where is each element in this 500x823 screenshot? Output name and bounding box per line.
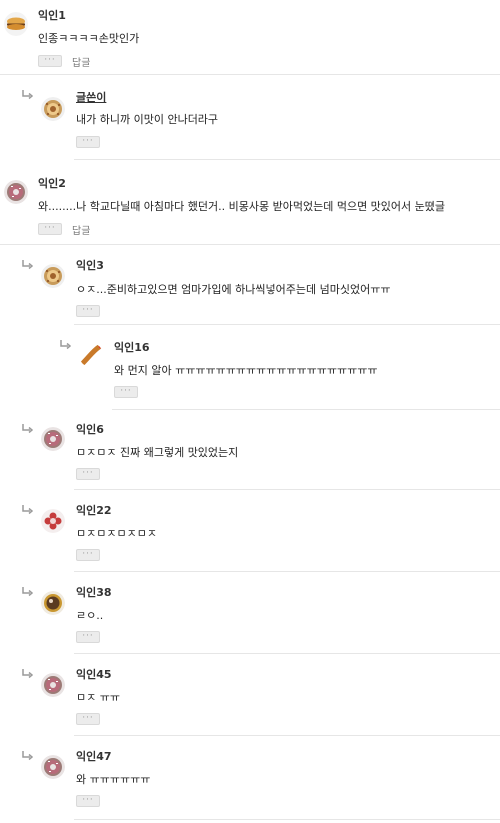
reply-arrow-icon [21, 90, 33, 100]
reply-arrow-icon [59, 340, 71, 350]
more-button[interactable]: ··· [76, 305, 100, 317]
comment-nickname[interactable]: 익인38 [76, 584, 112, 600]
reply-button[interactable]: 답글 [72, 54, 90, 69]
more-button[interactable]: ··· [76, 795, 100, 807]
comment-text: 인종ㅋㅋㅋㅋ손맛인가 [38, 32, 140, 45]
reply-arrow-icon [21, 669, 33, 679]
comment-nickname[interactable]: 익인3 [76, 257, 104, 273]
more-button[interactable]: ··· [114, 386, 138, 398]
flower-icon [41, 509, 65, 533]
more-button[interactable]: ··· [76, 631, 100, 643]
cookie-icon [41, 264, 65, 288]
comment-text: ㅇㅈ...준비하고있으면 엄마가입에 하나씩넣어주는데 넘마싯었어ㅠㅠ [76, 283, 391, 296]
reply-arrow-icon [21, 424, 33, 434]
comment-nickname[interactable]: 익인1 [38, 7, 66, 23]
comment-item: 익인45 ㅁㅈ ㅠㅠ ··· [0, 654, 500, 736]
reply-button[interactable]: 답글 [72, 222, 90, 237]
donut-icon [41, 427, 65, 451]
comment-text: ㅁㅈㅁㅈㅁㅈㅁㅈ [76, 527, 157, 540]
reply-arrow-icon [21, 260, 33, 270]
comment-nickname[interactable]: 익인16 [114, 339, 150, 355]
comment-text: 와 먼지 알아 ㅠㅠㅠㅠㅠㅠㅠㅠㅠㅠㅠㅠㅠㅠㅠㅠㅠㅠㅠㅠ [114, 364, 378, 377]
tart-icon [41, 591, 65, 615]
reply-arrow-icon [21, 505, 33, 515]
comment-nickname[interactable]: 익인47 [76, 748, 112, 764]
comment-nickname[interactable]: 글쓴이 [76, 89, 106, 105]
comment-nickname[interactable]: 익인22 [76, 502, 112, 518]
reply-arrow-icon [21, 587, 33, 597]
more-button[interactable]: ··· [76, 136, 100, 148]
more-button[interactable]: ··· [76, 468, 100, 480]
comment-text: ㅁㅈ ㅠㅠ [76, 691, 120, 704]
donut-icon [4, 180, 28, 204]
comment-text: ㅁㅈㅁㅈ 진짜 왜그렇게 맛있었는지 [76, 446, 239, 459]
more-button[interactable]: ··· [76, 713, 100, 725]
comment-item: 익인47 와 ㅠㅠㅠㅠㅠㅠ ··· [0, 736, 500, 820]
comment-text: 와 ㅠㅠㅠㅠㅠㅠ [76, 773, 151, 786]
burger-icon [4, 12, 28, 36]
comment-text: ㄹㅇ.. [76, 609, 104, 622]
comment-item: 익인22 ㅁㅈㅁㅈㅁㅈㅁㅈ ··· [0, 490, 500, 572]
comment-item: 익인2 와........나 학교다닐때 아침마다 했던거.. 비몽사몽 받아먹… [0, 160, 500, 245]
comment-nickname[interactable]: 익인6 [76, 421, 104, 437]
comment-nickname[interactable]: 익인2 [38, 175, 66, 191]
divider [74, 819, 500, 820]
donut-icon [41, 673, 65, 697]
donut-icon [41, 755, 65, 779]
cookie-icon [41, 97, 65, 121]
comment-text: 내가 하니까 이맛이 안나더라구 [76, 113, 219, 126]
more-button[interactable]: ··· [38, 223, 62, 235]
comment-nickname[interactable]: 익인45 [76, 666, 112, 682]
comment-item: 익인1 인종ㅋㅋㅋㅋ손맛인가 ··· 답글 [0, 0, 500, 75]
fried-shrimp-icon [79, 343, 103, 367]
comment-item: 익인16 와 먼지 알아 ㅠㅠㅠㅠㅠㅠㅠㅠㅠㅠㅠㅠㅠㅠㅠㅠㅠㅠㅠㅠ ··· [0, 325, 500, 410]
reply-arrow-icon [21, 751, 33, 761]
comment-item: 익인6 ㅁㅈㅁㅈ 진짜 왜그렇게 맛있었는지 ··· [0, 410, 500, 490]
comment-text: 와........나 학교다닐때 아침마다 했던거.. 비몽사몽 받아먹었는데 … [38, 200, 446, 213]
comment-item: 글쓴이 내가 하니까 이맛이 안나더라구 ··· [0, 75, 500, 160]
more-button[interactable]: ··· [76, 549, 100, 561]
comment-item: 익인38 ㄹㅇ.. ··· [0, 572, 500, 654]
comment-item: 익인3 ㅇㅈ...준비하고있으면 엄마가입에 하나씩넣어주는데 넘마싯었어ㅠㅠ … [0, 245, 500, 325]
more-button[interactable]: ··· [38, 55, 62, 67]
